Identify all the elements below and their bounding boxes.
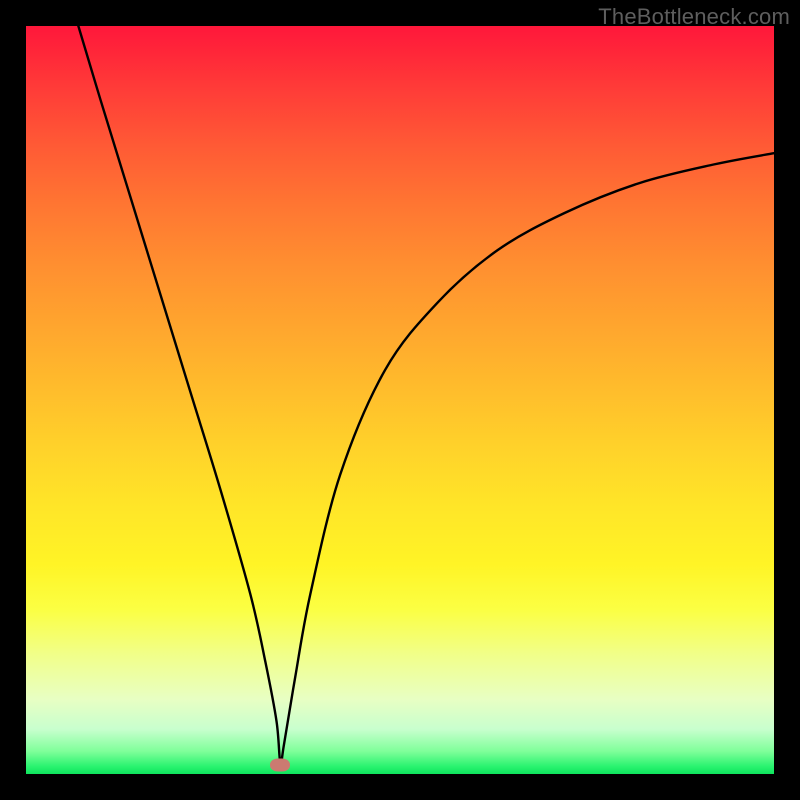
chart-frame: TheBottleneck.com: [0, 0, 800, 800]
watermark-text: TheBottleneck.com: [598, 4, 790, 30]
optimum-marker: [270, 759, 290, 772]
bottleneck-curve: [26, 26, 774, 774]
plot-area: [26, 26, 774, 774]
